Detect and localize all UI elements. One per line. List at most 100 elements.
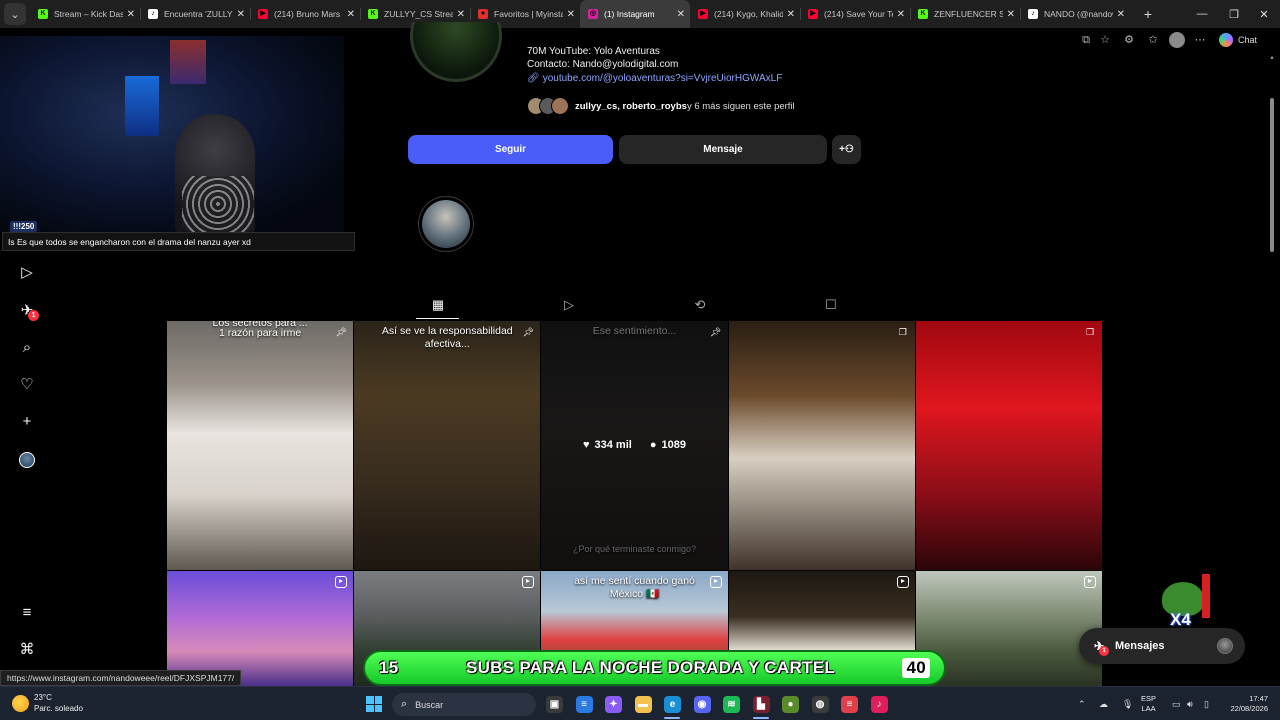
- close-tab-icon[interactable]: ✕: [347, 9, 355, 20]
- tray-app-icon[interactable]: ☁: [1099, 687, 1108, 720]
- close-window-icon[interactable]: ✕: [1248, 0, 1280, 28]
- message-button[interactable]: Mensaje: [619, 135, 827, 164]
- close-tab-icon[interactable]: ✕: [457, 9, 465, 20]
- reel-icon: [522, 576, 535, 588]
- reels-nav-icon[interactable]: ▷: [18, 264, 36, 282]
- browser-profile-avatar[interactable]: [1169, 32, 1185, 48]
- more-menu-icon[interactable]: ≡: [18, 604, 36, 622]
- microphone-icon[interactable]: 🎙︎: [1122, 687, 1133, 720]
- scroll-up-icon[interactable]: ▲: [1269, 55, 1276, 61]
- maximize-window-icon[interactable]: ❐: [1218, 0, 1250, 28]
- create-nav-icon[interactable]: +: [18, 413, 36, 431]
- tagged-tab[interactable]: ☐: [822, 296, 840, 314]
- notification-badge: 1: [28, 310, 39, 321]
- discord-icon[interactable]: ◉: [693, 696, 711, 713]
- network-icon[interactable]: ▭: [1172, 687, 1181, 720]
- battery-icon[interactable]: ▯: [1204, 687, 1209, 720]
- post-thumbnail[interactable]: ❐: [915, 321, 1102, 570]
- bio-link-text[interactable]: youtube.com/@yoloaventuras?si=VvjreUiorH…: [543, 73, 783, 84]
- spotify-icon[interactable]: ≋: [723, 696, 740, 713]
- browser-tab[interactable]: ▶ (214) Kygo, Khalid & ✕: [690, 0, 800, 28]
- post-thumbnail[interactable]: ❐: [728, 321, 915, 570]
- close-tab-icon[interactable]: ✕: [897, 9, 905, 20]
- scrollbar-thumb[interactable]: [1270, 98, 1274, 252]
- tray-overflow-icon[interactable]: ⌃: [1078, 687, 1086, 720]
- post-caption: así me sentí cuando ganó México 🇲🇽: [574, 575, 695, 600]
- close-tab-icon[interactable]: ✕: [237, 9, 245, 20]
- tab-actions-menu-icon[interactable]: ⌄: [4, 3, 26, 25]
- browser-tab[interactable]: ▶ (214) Save Your Tea ✕: [800, 0, 910, 28]
- profile-nav-avatar[interactable]: [19, 452, 35, 468]
- copilot-app-icon[interactable]: ✦: [605, 696, 622, 713]
- notifications-nav-icon[interactable]: ♡: [18, 376, 36, 394]
- suggest-accounts-button[interactable]: +⚇: [832, 135, 861, 164]
- minimize-window-icon[interactable]: —: [1186, 0, 1218, 28]
- tab-favicon-icon: ♪: [1028, 9, 1038, 19]
- profile-avatar[interactable]: [410, 22, 506, 84]
- file-explorer-icon[interactable]: ▬: [634, 696, 652, 713]
- tab-title: ZENFLUENCER Strea: [934, 9, 1003, 19]
- close-tab-icon[interactable]: ✕: [127, 9, 135, 20]
- sun-icon: [12, 694, 29, 712]
- reel-icon: [709, 576, 722, 588]
- browser-tab[interactable]: ◎ (1) Instagram ✕: [580, 0, 690, 28]
- followed-by-names[interactable]: zullyy_cs, roberto_roybs: [575, 101, 687, 112]
- close-tab-icon[interactable]: ✕: [1007, 9, 1015, 20]
- more-options-icon[interactable]: ⋯: [1193, 33, 1207, 47]
- new-tab-button[interactable]: +: [1136, 6, 1160, 22]
- browser-tab[interactable]: ♪ NANDO (@nandow ✕: [1020, 0, 1130, 28]
- browser-tab[interactable]: K ZENFLUENCER Strea ✕: [910, 0, 1020, 28]
- link-status-url: https://www.instagram.com/nandoweee/reel…: [0, 670, 242, 686]
- task-view-icon[interactable]: ▣: [546, 696, 563, 713]
- split-screen-icon[interactable]: ⧉: [1079, 33, 1093, 47]
- tiktok-icon[interactable]: ♪: [870, 696, 888, 713]
- language-indicator[interactable]: ESP LAA: [1141, 694, 1156, 714]
- weather-widget[interactable]: 23°C Parc. soleado: [12, 692, 83, 714]
- favorite-star-icon[interactable]: ☆: [1098, 33, 1112, 47]
- tab-title: Stream – Kick Dashb: [54, 9, 123, 19]
- browser-tab[interactable]: ▶ (214) Bruno Mars - ✕: [250, 0, 360, 28]
- volume-icon[interactable]: 🔊︎: [1187, 687, 1193, 720]
- send-icon: ✈ 1: [1091, 638, 1109, 656]
- likes-count: 334 mil: [594, 439, 632, 451]
- followed-by-suffix: y 6 más siguen este perfil: [686, 100, 795, 112]
- running-app-indicator: [752, 717, 769, 719]
- bio-link[interactable]: 🔗︎ youtube.com/@yoloaventuras?si=VvjreUio…: [527, 73, 782, 84]
- follow-button[interactable]: Seguir: [408, 135, 613, 164]
- close-tab-icon[interactable]: ✕: [787, 9, 795, 20]
- post-caption: Así se ve la responsabilidad afectiva...: [381, 325, 513, 350]
- post-thumbnail[interactable]: [167, 571, 354, 686]
- browser-tab[interactable]: ♪ Encuentra 'ZULLY Y ✕: [140, 0, 250, 28]
- notepad-icon[interactable]: ≡: [575, 696, 593, 713]
- taskbar-search[interactable]: ⌕ Buscar: [392, 693, 536, 716]
- search-nav-icon[interactable]: ⌕: [18, 339, 36, 357]
- active-app-icon[interactable]: ▙: [752, 696, 770, 713]
- copilot-icon: [1219, 33, 1233, 47]
- close-tab-icon[interactable]: ✕: [677, 9, 685, 20]
- system-clock[interactable]: 17:47 22/08/2026: [1220, 694, 1268, 714]
- app-green-icon[interactable]: ●: [782, 696, 799, 713]
- meta-apps-icon[interactable]: ⌘: [18, 641, 36, 659]
- chrome-icon[interactable]: ◍: [811, 696, 829, 713]
- posts-grid-tab[interactable]: ▦: [429, 296, 447, 314]
- post-thumbnail[interactable]: Los secretos para ... 1 razón para irme 📌︎: [167, 321, 354, 570]
- browser-tab[interactable]: K Stream – Kick Dashb ✕: [30, 0, 140, 28]
- edge-icon[interactable]: e: [664, 696, 681, 713]
- close-tab-icon[interactable]: ✕: [567, 9, 575, 20]
- messages-drawer-button[interactable]: ✈ 1 Mensajes: [1079, 628, 1245, 664]
- monitor-glow: [125, 76, 159, 136]
- start-button[interactable]: [366, 696, 382, 712]
- favorites-bar-icon[interactable]: ✩: [1146, 33, 1160, 47]
- bio-line-1: 70M YouTube: Yolo Aventuras: [527, 46, 660, 57]
- reposts-tab[interactable]: ⟲: [691, 296, 709, 314]
- pinned-icon: 📌︎: [335, 327, 347, 337]
- reels-tab[interactable]: ▷: [560, 296, 578, 314]
- copilot-chat-button[interactable]: Chat: [1213, 30, 1263, 50]
- close-tab-icon[interactable]: ✕: [1117, 9, 1125, 20]
- extensions-icon[interactable]: ⚙: [1122, 33, 1136, 47]
- story-highlight[interactable]: [418, 196, 474, 252]
- post-thumbnail[interactable]: Así se ve la responsabilidad afectiva...…: [354, 321, 541, 570]
- todoist-icon[interactable]: ≡: [841, 696, 858, 713]
- followed-by[interactable]: zullyy_cs, roberto_roybs y 6 más siguen …: [527, 96, 795, 116]
- post-thumbnail[interactable]: Ese sentimiento... ¿Por qué terminaste co…: [541, 321, 728, 570]
